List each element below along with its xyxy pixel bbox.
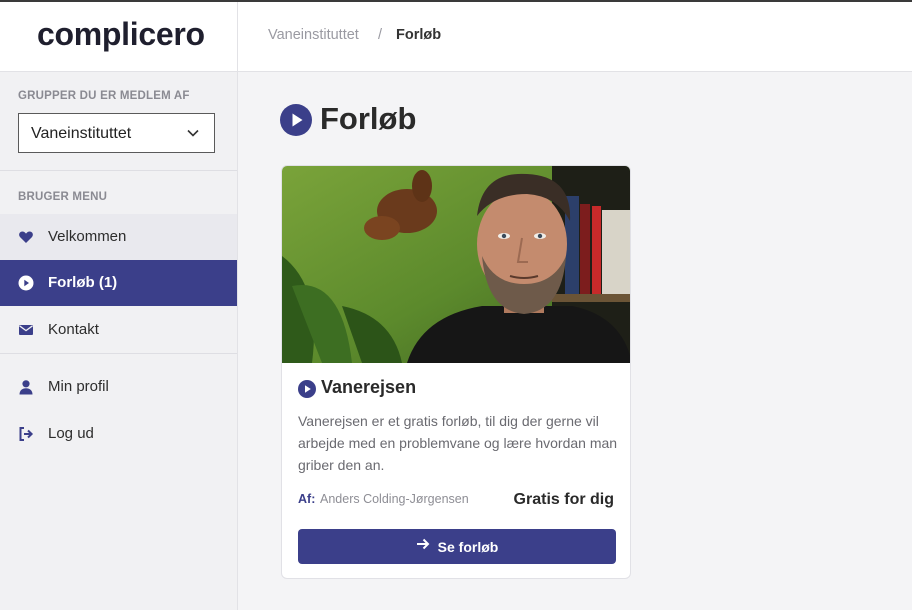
see-course-button[interactable]: Se forløb	[298, 529, 616, 564]
group-select[interactable]: Vaneinstituttet	[18, 113, 215, 153]
sidebar-item-label: Log ud	[48, 425, 94, 442]
heart-icon	[18, 229, 34, 245]
user-icon	[18, 379, 34, 395]
header: Vaneinstituttet / Forløb	[238, 2, 912, 72]
group-select-value: Vaneinstituttet	[31, 125, 132, 142]
logo[interactable]: complicero	[37, 16, 205, 53]
page-title: Forløb	[320, 101, 417, 136]
course-thumbnail[interactable]	[282, 166, 630, 363]
course-price: Gratis for dig	[513, 491, 614, 508]
sidebar-item-forlob[interactable]: Forløb (1)	[0, 260, 237, 306]
sidebar-item-label: Forløb (1)	[48, 274, 118, 291]
logout-icon	[18, 426, 34, 442]
logo-area: complicero	[0, 2, 237, 72]
author-label: Af:	[298, 492, 316, 506]
sidebar-item-velkommen[interactable]: Velkommen	[0, 214, 237, 260]
sidebar-divider	[0, 353, 237, 354]
sidebar-divider	[0, 170, 237, 171]
breadcrumb-separator: /	[378, 27, 383, 43]
sidebar-item-label: Velkommen	[48, 228, 127, 245]
sidebar-item-min-profil[interactable]: Min profil	[0, 364, 237, 410]
course-card[interactable]: Vanerejsen Vanerejsen er et gratis forlø…	[281, 165, 631, 579]
sidebar-item-label: Min profil	[48, 378, 109, 395]
see-course-button-label: Se forløb	[437, 538, 499, 555]
sidebar-item-log-ud[interactable]: Log ud	[0, 411, 237, 457]
sidebar-item-kontakt[interactable]: Kontakt	[0, 307, 237, 353]
envelope-icon	[18, 322, 34, 338]
play-circle-icon	[298, 380, 316, 398]
sidebar: complicero GRUPPER DU ER MEDLEM AF Vanei…	[0, 2, 238, 610]
breadcrumb-current: Forløb	[396, 27, 442, 43]
arrow-right-icon	[416, 537, 430, 556]
course-title[interactable]: Vanerejsen	[321, 377, 416, 398]
author-name: Anders Colding-Jørgensen	[320, 492, 469, 506]
groups-heading: GRUPPER DU ER MEDLEM AF	[18, 90, 190, 102]
sidebar-item-label: Kontakt	[48, 321, 99, 338]
course-description: Vanerejsen er et gratis forløb, til dig …	[298, 413, 618, 473]
breadcrumb-vaneinstituttet[interactable]: Vaneinstituttet	[268, 27, 359, 43]
play-circle-icon	[280, 104, 312, 136]
chevron-down-icon	[186, 126, 200, 145]
menu-heading: BRUGER MENU	[18, 191, 108, 203]
play-circle-icon	[18, 275, 34, 291]
